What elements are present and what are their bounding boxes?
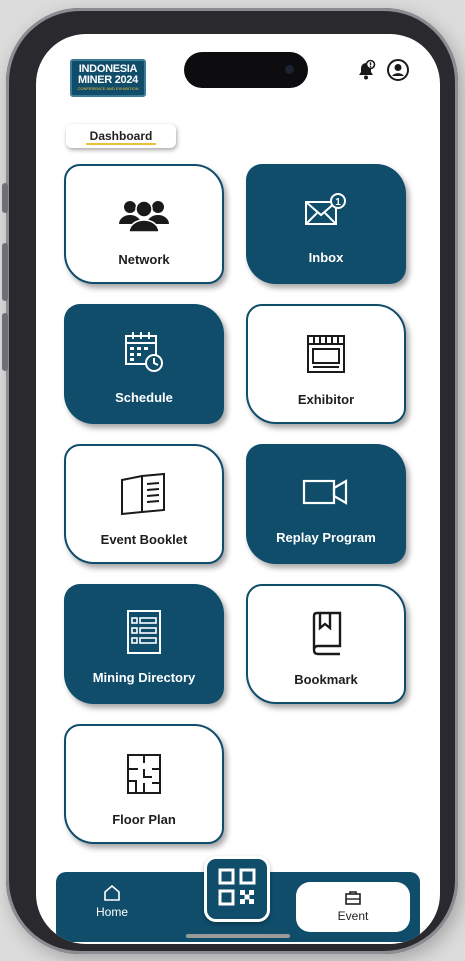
directory-icon [122, 604, 166, 660]
user-profile-icon[interactable] [386, 58, 410, 87]
dynamic-island [184, 52, 308, 88]
inbox-badge: 1 [335, 197, 341, 208]
tile-event-booklet-label: Event Booklet [100, 532, 188, 547]
bookmark-icon [304, 606, 348, 662]
tile-event-booklet[interactable]: Event Booklet [64, 444, 224, 564]
floor-plan-icon [122, 746, 166, 802]
tile-replay-program[interactable]: Replay Program [246, 444, 406, 564]
tile-schedule-label: Schedule [115, 390, 173, 405]
tile-floor-plan[interactable]: Floor Plan [64, 724, 224, 844]
people-icon [116, 186, 172, 242]
nav-event[interactable]: Event [296, 882, 410, 932]
tile-network-label: Network [118, 252, 170, 267]
qr-code-icon [217, 867, 257, 912]
tile-bookmark-label: Bookmark [294, 672, 358, 687]
tile-exhibitor-label: Exhibitor [297, 392, 355, 407]
qr-scan-button[interactable] [204, 856, 270, 922]
tab-dashboard[interactable]: Dashboard [66, 124, 176, 148]
action-button [2, 183, 8, 213]
notification-bell-icon[interactable] [354, 58, 378, 87]
tile-schedule[interactable]: Schedule [64, 304, 224, 424]
logo-line3: CONFERENCE AND EXHIBITION [77, 86, 139, 91]
tile-exhibitor[interactable]: Exhibitor [246, 304, 406, 424]
tile-floor-plan-label: Floor Plan [112, 812, 176, 827]
tile-mining-directory[interactable]: Mining Directory [64, 584, 224, 704]
home-icon [82, 884, 142, 905]
nav-home-label: Home [95, 905, 128, 919]
video-camera-icon [300, 464, 352, 520]
tab-active-indicator [86, 143, 156, 145]
volume-up-button [2, 243, 8, 301]
nav-event-label: Event [337, 909, 369, 923]
book-icon [118, 466, 170, 522]
tile-network[interactable]: Network [64, 164, 224, 284]
nav-home[interactable]: Home [82, 884, 142, 919]
tab-dashboard-label: Dashboard [89, 129, 153, 143]
tile-replay-program-label: Replay Program [276, 530, 376, 545]
logo-line2: MINER 2024 [78, 74, 138, 86]
tile-inbox-label: Inbox [308, 250, 344, 265]
tile-bookmark[interactable]: Bookmark [246, 584, 406, 704]
volume-down-button [2, 313, 8, 371]
booth-icon [302, 326, 350, 382]
home-indicator [186, 934, 290, 938]
header-actions [354, 58, 410, 87]
briefcase-icon [296, 890, 410, 909]
tile-mining-directory-label: Mining Directory [92, 670, 196, 685]
mail-icon: 1 [302, 184, 350, 240]
calendar-icon [122, 324, 166, 380]
phone-frame: INDONESIA MINER 2024 CONFERENCE AND EXHI… [2, 8, 458, 954]
tile-inbox[interactable]: 1 Inbox [246, 164, 406, 284]
app-logo: INDONESIA MINER 2024 CONFERENCE AND EXHI… [70, 59, 146, 97]
app-screen: INDONESIA MINER 2024 CONFERENCE AND EXHI… [36, 34, 440, 944]
